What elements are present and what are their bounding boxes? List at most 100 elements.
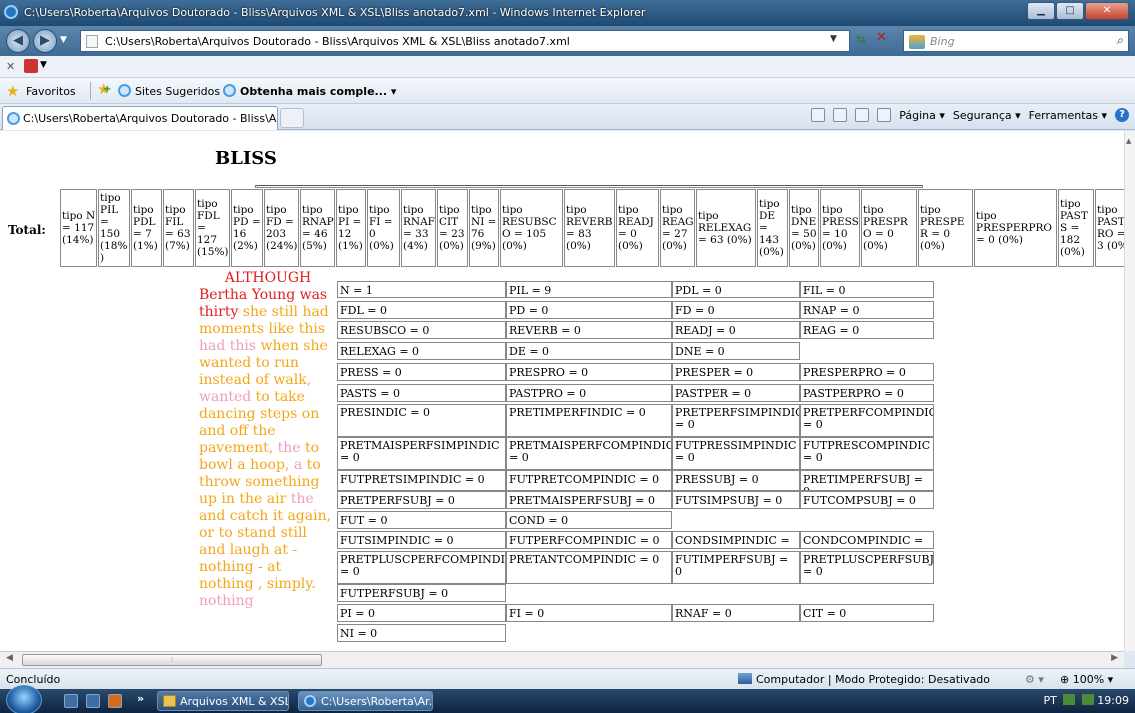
ie-page-icon [7,112,20,125]
close-toolbar-icon[interactable]: ✕ [6,60,15,73]
ie-page-icon [118,84,131,97]
network-icon[interactable] [1063,694,1076,705]
page-menu[interactable]: Página ▾ [899,109,945,122]
total-cell: tipo REVERB = 83 (0%) [564,189,615,267]
zoom-control[interactable]: ⊕ 100% ▾ [1060,673,1113,686]
scroll-up-icon[interactable]: ▲ [1126,137,1131,145]
vertical-scrollbar[interactable]: ▲ [1124,131,1135,651]
count-cell: PRESPRO = 0 [506,363,672,381]
total-cell-label: tipo PRESS = 10 (0%) [822,204,859,252]
total-cell: tipo FDL = 127 (15%) [195,189,230,267]
zone-settings-icon[interactable]: ⚙ ▾ [1025,673,1044,686]
clock[interactable]: 19:09 [1097,694,1129,707]
scroll-right-icon[interactable]: ▶ [1111,653,1118,663]
search-input[interactable]: Bing ⌕ [903,30,1129,52]
switch-windows-icon[interactable] [86,694,100,708]
count-cell: PASTPRO = 0 [506,384,672,402]
favorites-button[interactable]: Favoritos [26,85,76,98]
ie-page-icon [223,84,236,97]
total-cell-label: tipo DNE = 50 (0%) [791,204,817,252]
count-cell: PRESINDIC = 0 [337,404,506,437]
start-button[interactable] [6,685,42,713]
security-menu[interactable]: Segurança ▾ [953,109,1021,122]
story-word: when she [256,338,328,354]
story-word: the [277,440,301,456]
count-cell: FI = 0 [506,604,672,622]
address-dropdown-icon[interactable]: ▼ [830,34,837,44]
story-word: nothing , simply. [199,576,316,592]
suggested-sites-link[interactable]: Sites Sugeridos ▾ [135,85,229,98]
scrollbar-thumb[interactable]: ⦙ [22,654,322,666]
stop-icon[interactable]: ✕ [876,30,887,45]
total-cell: tipo PASTPRO = 3 (0%) [1095,189,1124,267]
show-desktop-icon[interactable] [64,694,78,708]
mail-icon[interactable] [855,108,870,122]
count-cell: FUTIMPERFSUBJ = 0 [672,551,800,584]
convert-dropdown-icon[interactable]: ▼ [40,60,47,70]
horizontal-rule [255,185,923,188]
total-cell: tipo RESUBSCO = 105 (0%) [500,189,563,267]
story-word: had this [199,338,257,354]
tab-row: C:\Users\Roberta\Arquivos Doutorado - Bl… [0,104,1135,130]
total-cell-label: tipo PD = 16 (2%) [233,204,261,252]
count-cell: FUTPRETSIMPINDIC = 0 [337,470,506,491]
count-cell: PASTS = 0 [337,384,506,402]
count-cell: FUTPRETCOMPINDIC = 0 [506,470,672,491]
maximize-button[interactable]: □ [1056,2,1084,20]
total-cell-label: tipo REAG = 27 (0%) [662,204,694,252]
window-title: C:\Users\Roberta\Arquivos Doutorado - Bl… [24,6,646,19]
story-word: she still had [238,304,329,320]
taskbar-button-ie[interactable]: C:\Users\Roberta\Ar... [298,691,433,711]
count-cell: PIL = 9 [506,281,672,298]
close-button[interactable]: ✕ [1085,2,1129,20]
zone-label: Computador | Modo Protegido: Desativado [756,673,991,686]
total-cell: tipo PRESPERPRO = 0 (0%) [974,189,1057,267]
total-cell: tipo READJ = 0 (0%) [616,189,659,267]
forward-button[interactable]: ▶ [33,29,57,53]
divider [90,82,91,100]
volume-icon[interactable] [1081,694,1094,705]
taskbar-button-explorer[interactable]: Arquivos XML & XSL [157,691,289,711]
horizontal-scrollbar[interactable]: ◀ ⦙ ▶ [0,651,1124,668]
print-icon[interactable] [877,108,892,122]
total-cell-label: tipo FI = 0 (0%) [369,204,394,252]
count-cell: RNAP = 0 [800,301,934,319]
back-button[interactable]: ◀ [6,29,30,53]
total-cell: tipo PRESPER = 0 (0%) [918,189,973,267]
minimize-button[interactable]: ▁ [1027,2,1055,20]
feeds-icon[interactable] [833,108,848,122]
quicklaunch-chevron-icon[interactable]: » [137,692,144,705]
tools-menu[interactable]: Ferramentas ▾ [1029,109,1107,122]
add-favorite-icon[interactable]: ★ [97,80,112,98]
story-word: Bertha Young was [199,287,328,303]
total-cell-label: tipo PRESPER = 0 (0%) [920,204,965,252]
tab-current[interactable]: C:\Users\Roberta\Arquivos Doutorado - Bl… [2,106,278,130]
computer-icon [738,673,752,684]
count-cell: FDL = 0 [337,301,506,319]
story-word: pavement, [199,440,278,456]
address-bar[interactable]: C:\Users\Roberta\Arquivos Doutorado - Bl… [80,30,850,52]
refresh-icon[interactable]: ⇆ [856,32,866,46]
language-indicator[interactable]: PT [1043,694,1056,707]
command-bar: ✕ ▼ [0,56,1135,78]
history-dropdown-icon[interactable]: ▼ [60,35,67,45]
media-player-icon[interactable] [108,694,122,708]
story-word: to [300,440,320,456]
help-icon[interactable]: ? [1115,108,1129,122]
count-cell: READJ = 0 [672,321,800,339]
count-cell: FIL = 0 [800,281,934,298]
count-cell: PRETPERFSUBJ = 0 [337,491,506,509]
ie-logo-icon [4,5,18,19]
count-cell: REVERB = 0 [506,321,672,339]
new-tab-button[interactable] [280,108,304,128]
total-cell: tipo RNAP = 46 (5%) [300,189,335,267]
total-cell-label: tipo RNAF = 33 (4%) [403,204,435,252]
home-icon[interactable] [811,108,826,122]
count-cell: PRETPLUSCPERFSUBJ = 0 [800,551,934,584]
get-more-addons-link[interactable]: Obtenha mais comple... ▾ [240,85,396,98]
search-icon[interactable]: ⌕ [1116,33,1123,48]
favorites-star-icon[interactable]: ★ [6,82,19,100]
scroll-left-icon[interactable]: ◀ [6,653,13,663]
convert-icon[interactable] [24,59,38,73]
status-bar: Concluído Computador | Modo Protegido: D… [0,668,1135,689]
